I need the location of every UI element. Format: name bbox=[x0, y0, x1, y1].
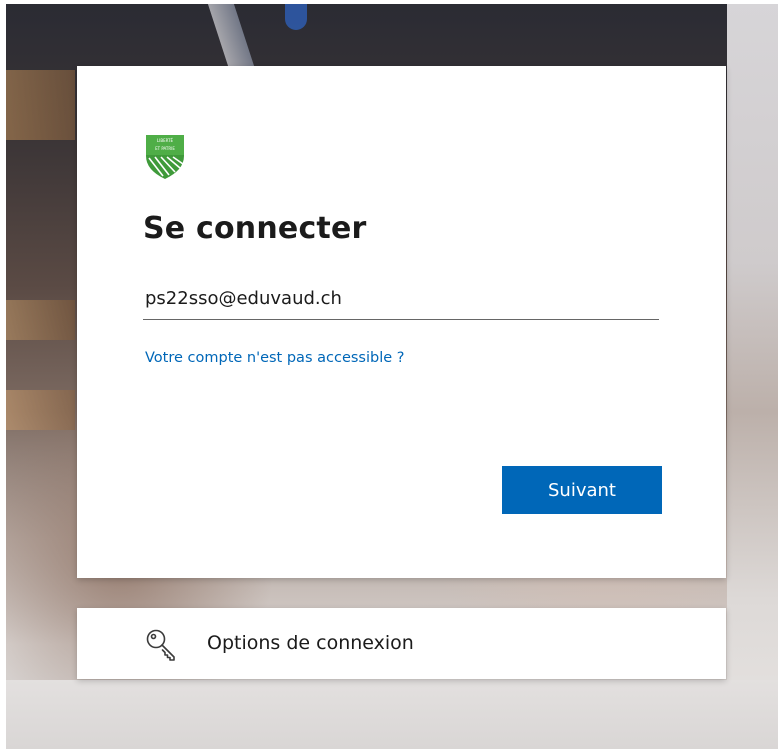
logo-motto-line2: ET PATRIE bbox=[155, 146, 175, 151]
background-blur-detail bbox=[285, 0, 307, 30]
canton-vaud-shield-icon: LIBERTÉ ET PATRIE bbox=[146, 135, 184, 179]
background-blur-detail bbox=[206, 0, 256, 70]
signin-options-label: Options de connexion bbox=[207, 632, 414, 654]
signin-options-button[interactable]: Options de connexion bbox=[77, 608, 726, 679]
background-blur-detail bbox=[0, 300, 75, 340]
page: LIBERTÉ ET PATRIE Se connecter Votre com… bbox=[0, 0, 778, 749]
next-button[interactable]: Suivant bbox=[502, 466, 662, 514]
signin-card: LIBERTÉ ET PATRIE Se connecter Votre com… bbox=[77, 66, 726, 578]
background-blur-detail bbox=[0, 70, 75, 140]
page-title: Se connecter bbox=[143, 211, 367, 246]
frame-edge bbox=[0, 0, 6, 749]
frame-edge bbox=[0, 0, 778, 4]
key-icon bbox=[146, 629, 175, 661]
account-not-accessible-link[interactable]: Votre compte n'est pas accessible ? bbox=[145, 350, 404, 366]
email-field[interactable] bbox=[143, 278, 659, 320]
background-blur-detail bbox=[727, 0, 778, 749]
logo-motto-line1: LIBERTÉ bbox=[157, 138, 174, 143]
background-blur-detail bbox=[0, 390, 75, 430]
background-blur-detail bbox=[0, 680, 778, 749]
